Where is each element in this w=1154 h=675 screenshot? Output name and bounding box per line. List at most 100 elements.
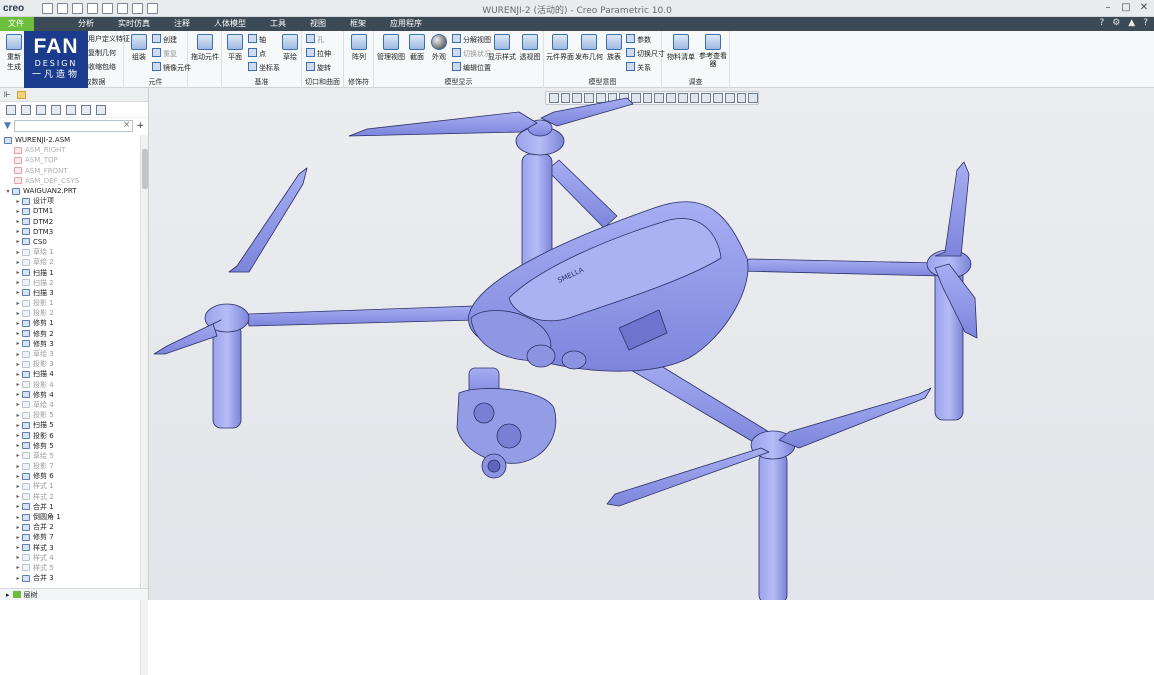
- tree-item[interactable]: ▸ 投影 7: [0, 461, 140, 471]
- info-icon[interactable]: ?: [1143, 18, 1148, 28]
- tree-item[interactable]: ASM_DEF_CSYS: [0, 176, 140, 186]
- expand-arrow-icon[interactable]: ▸: [14, 208, 22, 215]
- expand-arrow-icon[interactable]: ▸: [14, 544, 22, 551]
- expand-arrow-icon[interactable]: ▾: [4, 188, 12, 195]
- close-window-icon[interactable]: [147, 2, 158, 14]
- expand-arrow-icon[interactable]: ▸: [14, 503, 22, 510]
- group-label-datum[interactable]: 基准: [222, 77, 301, 87]
- undo-icon[interactable]: [87, 2, 98, 14]
- manage-views-button[interactable]: 管理视图: [377, 34, 405, 62]
- tree-item[interactable]: ▸ 修剪 5: [0, 441, 140, 451]
- tree-item[interactable]: ▸ 扫描 3: [0, 288, 140, 298]
- tree-item[interactable]: ▸ 草绘 1: [0, 247, 140, 257]
- expand-arrow-icon[interactable]: ▸: [14, 514, 22, 521]
- tree-item[interactable]: ▸ 草绘 5: [0, 451, 140, 461]
- new-file-icon[interactable]: [42, 2, 53, 14]
- tree-item[interactable]: ▸ DTM3: [0, 227, 140, 237]
- tree-item[interactable]: ▸ 样式 5: [0, 563, 140, 573]
- expand-arrow-icon[interactable]: ▸: [14, 269, 22, 276]
- save-icon[interactable]: [72, 2, 83, 14]
- reference-viewer-button[interactable]: 参考查看器: [698, 34, 728, 68]
- expand-arrow-icon[interactable]: ▸: [14, 401, 22, 408]
- graphics-viewport[interactable]: SMELLA: [149, 88, 1154, 600]
- menu-manikin[interactable]: 人体模型: [202, 17, 258, 31]
- expand-arrow-icon[interactable]: ▸: [6, 591, 10, 599]
- group-label-cut-surface[interactable]: 切口和曲面: [302, 77, 343, 87]
- expand-arrow-icon[interactable]: ▸: [14, 554, 22, 561]
- tree-item[interactable]: ASM_FRONT: [0, 166, 140, 176]
- expand-arrow-icon[interactable]: ▸: [14, 422, 22, 429]
- regenerate-icon[interactable]: [117, 2, 128, 14]
- csys-button[interactable]: 坐标系: [248, 62, 280, 73]
- hole-button[interactable]: 孔: [306, 34, 324, 45]
- menu-framework[interactable]: 框架: [338, 17, 378, 31]
- axis-button[interactable]: 轴: [248, 34, 266, 45]
- repeat-button[interactable]: 重复: [152, 48, 177, 59]
- group-label-model-display[interactable]: 模型显示: [374, 77, 543, 87]
- clear-search-icon[interactable]: ×: [123, 120, 131, 130]
- menu-applications[interactable]: 应用程序: [378, 17, 434, 31]
- bom-button[interactable]: 物料清单: [666, 34, 696, 62]
- tree-item[interactable]: ▸ 投影 6: [0, 430, 140, 440]
- tree-item[interactable]: ▸ 样式 3: [0, 543, 140, 553]
- tree-item[interactable]: ▸ 修剪 7: [0, 532, 140, 542]
- expand-arrow-icon[interactable]: ▸: [14, 564, 22, 571]
- expand-arrow-icon[interactable]: ▸: [14, 259, 22, 266]
- tree-item[interactable]: ▸ 投影 1: [0, 298, 140, 308]
- pattern-button[interactable]: 阵列: [348, 34, 370, 62]
- expand-arrow-icon[interactable]: ▸: [14, 534, 22, 541]
- display-style-button[interactable]: 显示样式: [488, 34, 516, 62]
- settings-icon[interactable]: ⚙: [1112, 18, 1120, 28]
- expand-arrow-icon[interactable]: ▸: [14, 351, 22, 358]
- scrollbar-thumb[interactable]: [142, 149, 148, 189]
- parameters-button[interactable]: 参数: [626, 34, 651, 45]
- expand-arrow-icon[interactable]: ▸: [14, 361, 22, 368]
- folder-tab-icon[interactable]: [16, 90, 26, 99]
- tree-item[interactable]: ▸ 设计项: [0, 196, 140, 206]
- relations-button[interactable]: 关系: [626, 62, 651, 73]
- expand-arrow-icon[interactable]: ▸: [14, 493, 22, 500]
- tree-search-icon[interactable]: [96, 104, 106, 115]
- point-button[interactable]: 点: [248, 48, 266, 59]
- tree-item[interactable]: ▸ 修剪 1: [0, 318, 140, 328]
- tree-more-icon[interactable]: [81, 104, 91, 115]
- redo-icon[interactable]: [102, 2, 113, 14]
- expand-arrow-icon[interactable]: ▸: [14, 391, 22, 398]
- expand-arrow-icon[interactable]: ▸: [14, 381, 22, 388]
- expand-arrow-icon[interactable]: ▸: [14, 330, 22, 337]
- explode-view-button[interactable]: 分解视图: [452, 34, 491, 45]
- expand-arrow-icon[interactable]: ▸: [14, 228, 22, 235]
- tree-item[interactable]: ▸ CS0: [0, 237, 140, 247]
- tree-item[interactable]: ▸ 投影 2: [0, 308, 140, 318]
- expand-arrow-icon[interactable]: ▸: [14, 238, 22, 245]
- expand-arrow-icon[interactable]: ▸: [14, 524, 22, 531]
- expand-arrow-icon[interactable]: ▸: [14, 483, 22, 490]
- group-label-investigate[interactable]: 调查: [662, 77, 729, 87]
- close-icon[interactable]: ✕: [1138, 2, 1150, 14]
- collapse-ribbon-icon[interactable]: ▲: [1128, 18, 1135, 28]
- plane-button[interactable]: 平面: [225, 34, 245, 62]
- tree-item[interactable]: ▸ 合并 1: [0, 502, 140, 512]
- tree-item[interactable]: ▸ 合并 3: [0, 573, 140, 583]
- tree-item[interactable]: ▸ 扫描 4: [0, 369, 140, 379]
- shrinkwrap-button[interactable]: 收缩包络: [88, 62, 116, 72]
- tree-search-input[interactable]: ×: [13, 120, 134, 132]
- tree-item[interactable]: ▸ 投影 4: [0, 380, 140, 390]
- expand-arrow-icon[interactable]: ▸: [14, 473, 22, 480]
- open-file-icon[interactable]: [57, 2, 68, 14]
- tree-item[interactable]: ▸ 合并 2: [0, 522, 140, 532]
- tree-item[interactable]: ▸ 草绘 4: [0, 400, 140, 410]
- tree-item[interactable]: ▸ 修剪 2: [0, 329, 140, 339]
- tree-columns-icon[interactable]: [21, 104, 31, 115]
- assemble-button[interactable]: 组装: [128, 34, 150, 62]
- tree-item[interactable]: ▸ 扫描 5: [0, 420, 140, 430]
- expand-arrow-icon[interactable]: ▸: [14, 279, 22, 286]
- tree-item[interactable]: ▸ 草绘 3: [0, 349, 140, 359]
- tree-layers-icon[interactable]: [66, 104, 76, 115]
- extrude-button[interactable]: 拉伸: [306, 48, 331, 59]
- expand-arrow-icon[interactable]: ▸: [14, 310, 22, 317]
- tree-item[interactable]: ▸ 样式 4: [0, 553, 140, 563]
- sketch-button[interactable]: 草绘: [280, 34, 300, 62]
- section-button[interactable]: 截面: [406, 34, 428, 62]
- menu-analysis[interactable]: 分析: [74, 17, 106, 31]
